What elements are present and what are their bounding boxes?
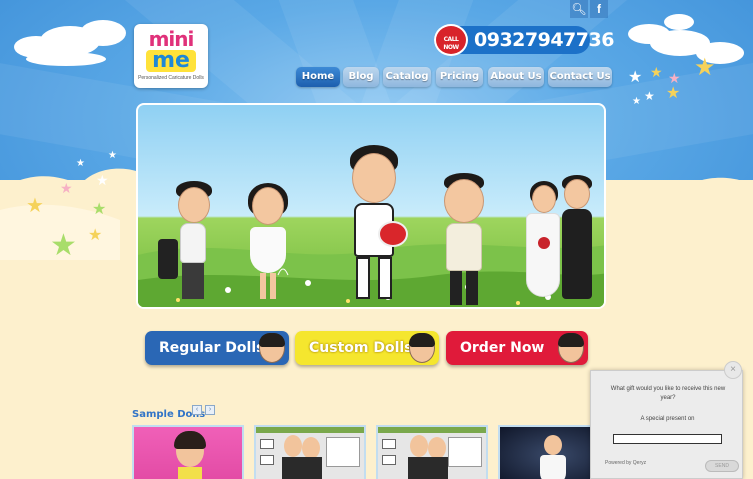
- star-decoration: ★: [88, 227, 103, 244]
- search-icon[interactable]: 🔍︎: [570, 0, 588, 18]
- sample-thumbnail[interactable]: [132, 425, 244, 479]
- logo-me-text: me: [146, 50, 196, 72]
- nav-about-us[interactable]: About Us: [488, 67, 544, 87]
- site-logo[interactable]: mini me Personalized Caricature Dolls: [134, 24, 208, 88]
- golf-bag: [158, 239, 178, 279]
- survey-popup: × What gift would you like to receive th…: [590, 361, 743, 479]
- regular-dolls-label: Regular Dolls: [159, 340, 265, 356]
- logo-tagline: Personalized Caricature Dolls: [138, 75, 204, 81]
- cloud: [664, 14, 694, 30]
- nav-home[interactable]: Home: [296, 67, 340, 87]
- hero-banner[interactable]: [136, 103, 606, 309]
- doll-golfer: [158, 179, 218, 305]
- powered-by-label: Powered by Qeryz: [605, 460, 647, 466]
- custom-dolls-label: Custom Dolls: [309, 340, 413, 356]
- star-decoration: ★: [108, 150, 117, 161]
- star-decoration: ★: [694, 54, 716, 81]
- doll-face-icon: [259, 333, 285, 363]
- survey-question: What gift would you like to receive this…: [610, 386, 726, 401]
- doll-racer: [334, 145, 414, 307]
- star-decoration: ★: [632, 96, 641, 107]
- order-now-label: Order Now: [460, 340, 545, 356]
- order-now-button[interactable]: Order Now: [446, 331, 588, 365]
- star-decoration: ★: [50, 229, 77, 262]
- samples-prev-button[interactable]: ‹: [192, 405, 202, 415]
- star-decoration: ★: [26, 195, 44, 217]
- star-decoration: ★: [644, 89, 655, 103]
- cloud: [26, 52, 106, 66]
- doll-wedding-couple: [522, 175, 602, 307]
- sample-thumbnail[interactable]: [376, 425, 488, 479]
- send-button[interactable]: SEND: [705, 460, 739, 472]
- star-decoration: ★: [76, 158, 85, 169]
- phone-banner[interactable]: CALL NOW 09327947736: [434, 24, 614, 56]
- sample-thumbnail[interactable]: [254, 425, 366, 479]
- doll-face-icon: [409, 333, 435, 363]
- doll-face-icon: [558, 333, 584, 363]
- custom-dolls-button[interactable]: Custom Dolls: [295, 331, 439, 365]
- samples-next-button[interactable]: ›: [205, 405, 215, 415]
- cloud: [80, 20, 126, 46]
- nav-contact-us[interactable]: Contact Us: [548, 67, 612, 87]
- star-decoration: ★: [92, 201, 107, 218]
- star-decoration: ★: [666, 85, 681, 102]
- nav-pricing[interactable]: Pricing: [436, 67, 483, 87]
- bouquet: [538, 237, 550, 249]
- star-decoration: ★: [650, 64, 663, 80]
- star-decoration: ★: [628, 69, 643, 86]
- regular-dolls-button[interactable]: Regular Dolls: [145, 331, 289, 365]
- nav-catalog[interactable]: Catalog: [383, 67, 431, 87]
- call-now-badge: CALL NOW: [443, 36, 459, 51]
- survey-answer-input[interactable]: [613, 434, 722, 444]
- nav-blog[interactable]: Blog: [343, 67, 379, 87]
- facebook-icon[interactable]: f: [590, 0, 608, 18]
- close-icon[interactable]: ×: [724, 361, 742, 379]
- phone-icon: CALL NOW: [434, 24, 468, 56]
- doll-barong: [434, 173, 496, 307]
- doll-bride: [238, 183, 298, 303]
- star-decoration: ★: [96, 172, 109, 188]
- survey-subtext: A special present on: [640, 416, 695, 422]
- sample-dolls-header: Sample Dolls ‹ ›: [132, 404, 215, 420]
- helmet: [378, 221, 408, 247]
- phone-number: 09327947736: [474, 29, 614, 51]
- logo-mini-text: mini: [148, 27, 195, 51]
- star-decoration: ★: [60, 180, 73, 196]
